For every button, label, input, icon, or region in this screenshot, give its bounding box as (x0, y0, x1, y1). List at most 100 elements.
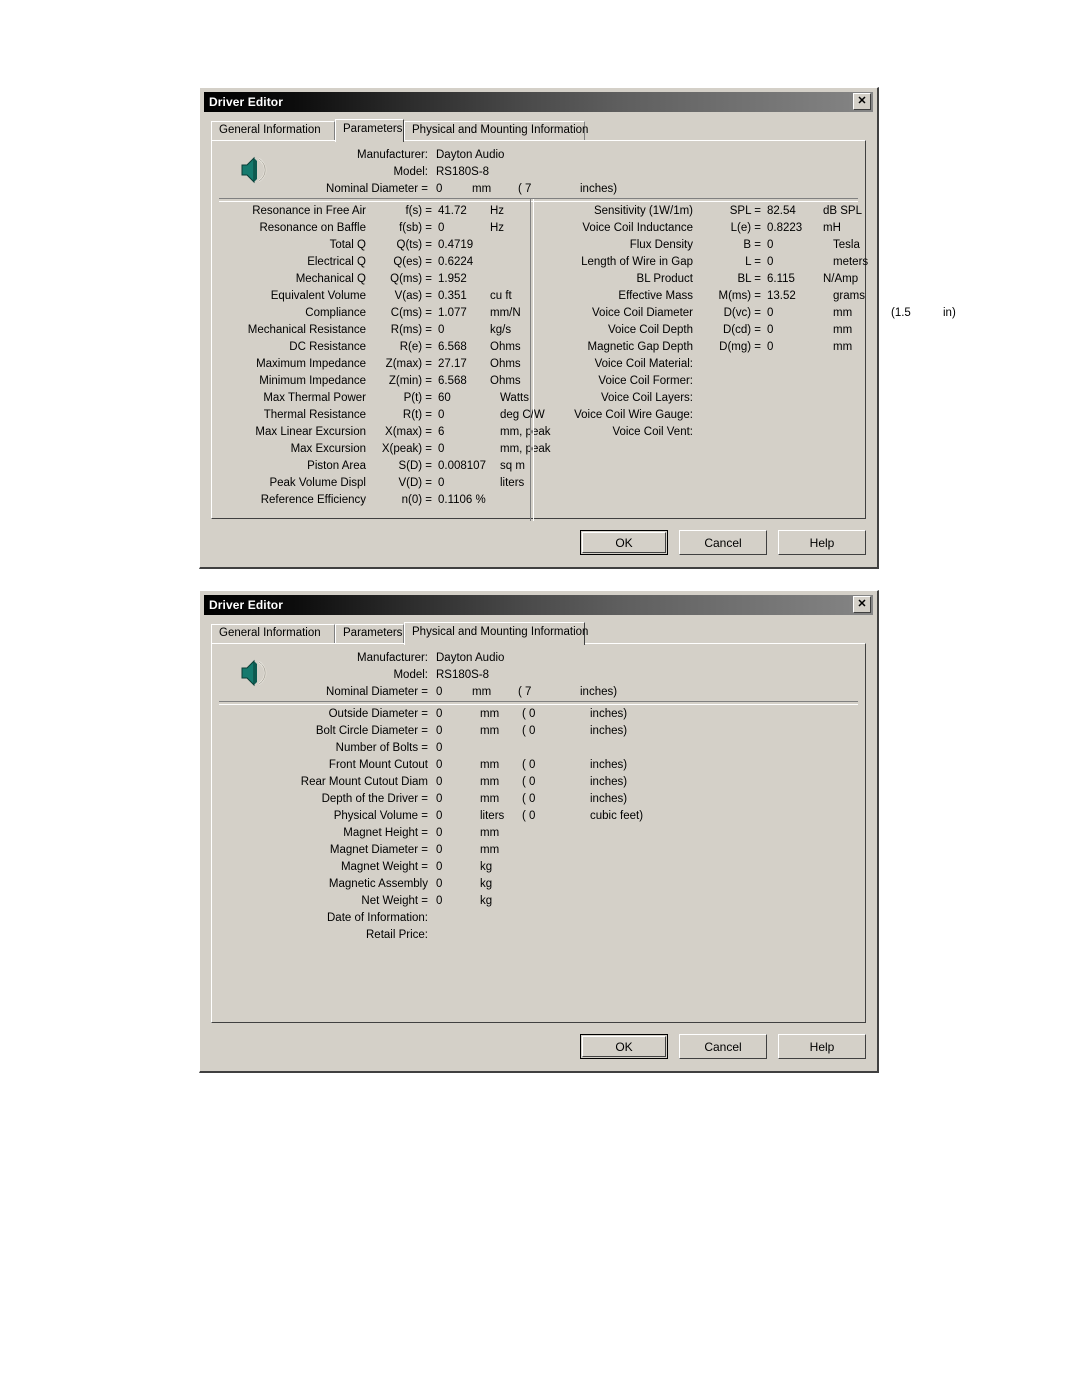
physical-parameter-row: Number of Bolts = 0 (248, 742, 660, 759)
ok-button[interactable]: OK (580, 1034, 668, 1059)
cancel-button[interactable]: Cancel (679, 530, 767, 555)
physical-parameter-label: Magnetic Assembly (328, 878, 428, 890)
parameter-symbol: Z(max) = (385, 358, 432, 370)
help-button[interactable]: Help (778, 530, 866, 555)
parameter-unit: meters (833, 256, 869, 268)
tab-parameters[interactable]: Parameters (335, 119, 404, 142)
parameter-unit: dB SPL (823, 205, 862, 217)
model-row: Model: RS180S-8 (282, 166, 617, 183)
parameter-symbol: n(0) = (401, 494, 432, 506)
physical-parameter-value: 0 (436, 742, 443, 754)
parameter-symbol: C(ms) = (390, 307, 432, 319)
physical-parameter-unit: mm (480, 776, 500, 788)
physical-parameter-value: 0 (436, 759, 443, 771)
tab-general-information[interactable]: General Information (211, 121, 335, 141)
physical-parameter-value: 0 (436, 861, 443, 873)
parameter-row: Voice Coil Depth D(cd) = 0 mm (537, 324, 977, 341)
parameter-value: 0 (767, 307, 774, 319)
physical-parameter-value: 0 (436, 725, 443, 737)
parameter-value: 0.4719 (438, 239, 474, 251)
parameter-value: 6.568 (438, 375, 467, 387)
physical-parameter-value: 0 (436, 810, 443, 822)
physical-parameter-value: 0 (436, 776, 443, 788)
dialog-button-row: OK Cancel Help (580, 530, 866, 555)
parameter-label: Resonance on Baffle (259, 222, 366, 234)
close-icon[interactable]: ✕ (853, 93, 871, 110)
physical-parameter-alt-value: ( 0 (522, 793, 536, 805)
parameter-value: 0 (767, 239, 774, 251)
driver-header: Manufacturer: Dayton Audio Model: RS180S… (212, 644, 865, 699)
physical-parameter-row: Depth of the Driver = 0 mm ( 0 inches) (248, 793, 660, 810)
physical-parameter-row: Magnet Weight = 0 kg (248, 861, 660, 878)
parameter-value: 0.351 (438, 290, 467, 302)
physical-parameter-label: Magnet Diameter = (329, 844, 428, 856)
parameter-value: 0 (438, 324, 445, 336)
parameter-label: DC Resistance (289, 341, 366, 353)
driver-header: Manufacturer: Dayton Audio Model: RS180S… (212, 141, 865, 196)
physical-parameter-alt-value: ( 0 (522, 708, 536, 720)
driver-editor-dialog-physical: Driver Editor ✕ General Information Para… (199, 590, 879, 1073)
parameter-row: Sensitivity (1W/1m) SPL = 82.54 dB SPL (537, 205, 977, 222)
dialog-inner-frame: Driver Editor ✕ General Information Para… (200, 88, 956, 567)
tab-physical-and-mounting-information[interactable]: Physical and Mounting Information (404, 622, 588, 645)
manufacturer-value: Dayton Audio (436, 149, 505, 161)
parameter-row: Voice Coil Diameter D(vc) = 0 mm (1.5 in) (537, 307, 977, 324)
parameter-label: Voice Coil Former: (598, 375, 693, 387)
parameter-row: Piston Area S(D) = 0.008107 sq m (216, 460, 562, 477)
physical-parameter-label: Front Mount Cutout (328, 759, 428, 771)
model-value: RS180S-8 (436, 669, 490, 681)
help-button[interactable]: Help (778, 1034, 866, 1059)
page-canvas: Driver Editor ✕ General Information Para… (0, 0, 1080, 1397)
parameter-label: Max Thermal Power (263, 392, 366, 404)
cancel-button[interactable]: Cancel (679, 1034, 767, 1059)
parameter-value: 6 (438, 426, 445, 438)
parameter-label: Peak Volume Displ (269, 477, 366, 489)
manufacturer-row: Manufacturer: Dayton Audio (282, 149, 617, 166)
physical-parameter-value: 0 (436, 793, 443, 805)
nominal-diameter-label: Nominal Diameter = (326, 183, 428, 195)
parameter-unit: mm, peak (500, 443, 551, 455)
parameter-label: Voice Coil Layers: (600, 392, 693, 404)
ok-button[interactable]: OK (580, 530, 668, 555)
parameter-row: Max Thermal Power P(t) = 60 Watts (216, 392, 562, 409)
nominal-diameter-unit-inches: inches) (580, 686, 618, 698)
physical-parameter-label: Retail Price: (366, 929, 428, 941)
close-icon[interactable]: ✕ (853, 596, 871, 613)
model-row: Model: RS180S-8 (282, 669, 617, 686)
parameter-value: 60 (438, 392, 451, 404)
parameter-symbol: D(mg) = (719, 341, 761, 353)
parameter-symbol: Q(ts) = (396, 239, 432, 251)
parameter-symbol: R(ms) = (390, 324, 432, 336)
parameter-unit: N/Amp (823, 273, 859, 285)
tab-physical-and-mounting-information[interactable]: Physical and Mounting Information (404, 121, 588, 141)
parameter-row: Max Excursion X(peak) = 0 mm, peak (216, 443, 562, 460)
tab-panel-physical: Manufacturer: Dayton Audio Model: RS180S… (211, 643, 866, 1023)
physical-parameter-value: 0 (436, 844, 443, 856)
parameter-label: Mechanical Q (295, 273, 366, 285)
physical-parameter-value: 0 (436, 895, 443, 907)
parameter-row: Maximum Impedance Z(max) = 27.17 Ohms (216, 358, 562, 375)
title-bar: Driver Editor ✕ (204, 595, 873, 615)
cancel-button-label: Cancel (704, 1039, 742, 1054)
parameter-value: 1.077 (438, 307, 467, 319)
parameter-row: Magnetic Gap Depth D(mg) = 0 mm (537, 341, 977, 358)
physical-parameter-label: Outside Diameter = (328, 708, 428, 720)
parameter-label: Piston Area (307, 460, 366, 472)
manufacturer-value: Dayton Audio (436, 652, 505, 664)
parameter-symbol: R(t) = (402, 409, 432, 421)
parameter-symbol: S(D) = (398, 460, 432, 472)
tab-parameters[interactable]: Parameters (335, 624, 404, 644)
parameter-label: Max Linear Excursion (255, 426, 366, 438)
physical-parameter-row: Outside Diameter = 0 mm ( 0 inches) (248, 708, 660, 725)
parameter-unit: mH (823, 222, 841, 234)
parameter-label: Equivalent Volume (270, 290, 366, 302)
parameter-row: Compliance C(ms) = 1.077 mm/N (216, 307, 562, 324)
parameter-row: Max Linear Excursion X(max) = 6 mm, peak (216, 426, 562, 443)
physical-parameter-unit: mm (480, 844, 500, 856)
parameter-value: 0.008107 (438, 460, 486, 472)
physical-parameter-row: Magnet Diameter = 0 mm (248, 844, 660, 861)
tab-general-information[interactable]: General Information (211, 624, 335, 644)
parameter-label: Voice Coil Vent: (612, 426, 693, 438)
parameter-value: 0 (767, 341, 774, 353)
speaker-icon (236, 655, 272, 691)
